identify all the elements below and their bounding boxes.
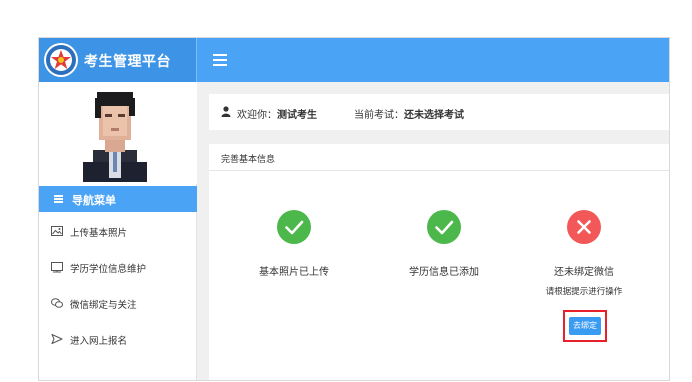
step-label: 学历信息已添加 — [409, 267, 479, 278]
user-name: 测试考生 — [277, 110, 317, 121]
sidebar: 导航菜单 上传基本照片 学历学位信息维护 微信绑定与关注 进入网上报名 — [39, 82, 197, 380]
step-label: 基本照片已上传 — [259, 267, 329, 278]
sidebar-item-label: 微信绑定与关注 — [70, 300, 137, 311]
app-title: 考生管理平台 — [84, 54, 171, 70]
avatar — [79, 88, 151, 182]
sidebar-item-education-info[interactable]: 学历学位信息维护 — [39, 250, 197, 286]
check-circle-icon — [427, 210, 461, 244]
highlight-box: 去绑定 — [563, 310, 607, 342]
image-icon — [51, 226, 63, 236]
step-hint: 请根据提示进行操作 — [545, 287, 623, 297]
bind-wechat-button[interactable]: 去绑定 — [569, 317, 601, 335]
nav-menu-header: 导航菜单 — [39, 186, 197, 212]
logo-icon — [44, 43, 78, 77]
menu-toggle-icon — [213, 54, 227, 56]
card-icon — [51, 262, 63, 273]
step-wechat-unbound: 还未绑定微信 请根据提示进行操作 去绑定 — [509, 144, 659, 380]
sidebar-item-label: 进入网上报名 — [70, 336, 128, 347]
nav-menu-title: 导航菜单 — [72, 194, 116, 207]
current-exam: 当前考试：还未选择考试 — [354, 110, 464, 121]
current-exam-value: 还未选择考试 — [404, 110, 464, 121]
brand: 考生管理平台 — [39, 38, 197, 82]
sidebar-item-label: 上传基本照片 — [70, 228, 128, 239]
menu-icon — [54, 195, 63, 203]
sidebar-item-wechat-binding[interactable]: 微信绑定与关注 — [39, 286, 197, 322]
user-info-bar: 欢迎你：测试考生 当前考试：还未选择考试 — [209, 94, 669, 130]
menu-toggle-button[interactable] — [213, 51, 227, 69]
check-circle-icon — [277, 210, 311, 244]
user-icon — [221, 106, 231, 117]
step-label: 还未绑定微信 — [554, 267, 614, 278]
wechat-icon — [51, 298, 63, 308]
step-photo-uploaded: 基本照片已上传 — [219, 144, 369, 380]
sidebar-item-upload-photo[interactable]: 上传基本照片 — [39, 214, 197, 250]
profile-photo-area — [39, 82, 197, 184]
profile-completion-panel: 完善基本信息 基本照片已上传 学历信息已添加 还未绑定微信 请根据提示进行操作 … — [209, 144, 669, 380]
app-window: 考生管理平台 导航菜单 上传基本照片 学历学位信息维护 微信绑定与关注 进入网上… — [38, 37, 670, 381]
send-icon — [51, 334, 63, 344]
sidebar-item-online-registration[interactable]: 进入网上报名 — [39, 322, 197, 358]
welcome-text: 欢迎你：测试考生 — [237, 110, 317, 121]
main-content: 欢迎你：测试考生 当前考试：还未选择考试 完善基本信息 基本照片已上传 学历信息… — [197, 82, 669, 380]
close-circle-icon — [567, 210, 601, 244]
step-education-added: 学历信息已添加 — [369, 144, 519, 380]
top-bar: 考生管理平台 — [39, 38, 669, 82]
sidebar-item-label: 学历学位信息维护 — [70, 264, 147, 275]
